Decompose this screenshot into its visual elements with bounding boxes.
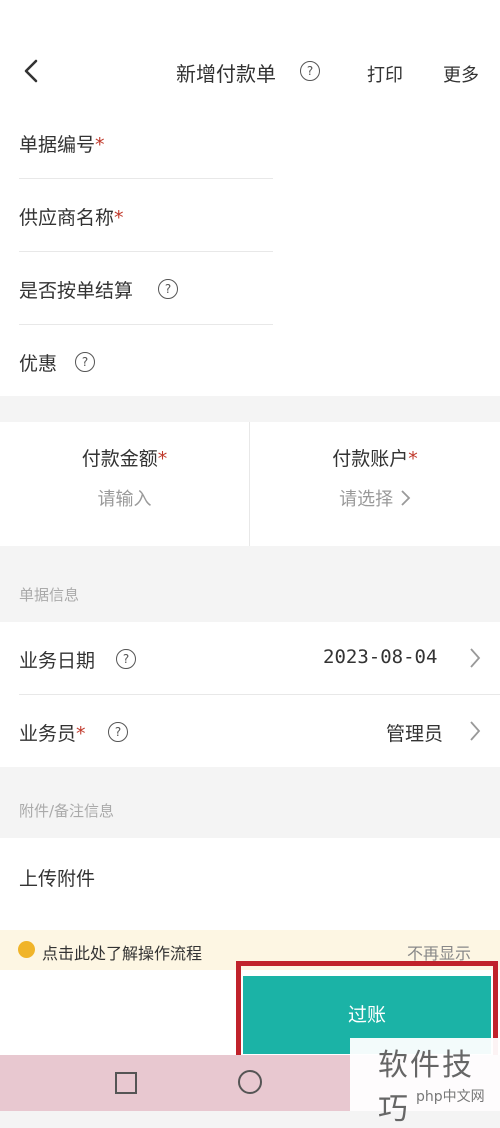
more-button[interactable]: 更多: [443, 61, 479, 87]
salesperson-row[interactable]: 业务员* ? 管理员: [0, 695, 500, 767]
tip-info-icon: [18, 941, 35, 958]
date-help-icon[interactable]: ?: [116, 649, 136, 669]
chevron-right-icon: [468, 719, 482, 747]
required-mark: *: [157, 448, 168, 470]
supplier-label: 供应商名称: [19, 207, 115, 229]
doc-number-label: 单据编号: [19, 134, 96, 156]
salesperson-help-icon[interactable]: ?: [108, 722, 128, 742]
doc-info-section-title: 单据信息: [19, 586, 80, 604]
attachment-block: 上传附件: [0, 838, 500, 930]
discount-row[interactable]: 优惠 ?: [0, 325, 500, 396]
salesperson-label: 业务员: [19, 723, 77, 745]
required-mark: *: [408, 448, 418, 470]
payment-account-label-wrap: 付款账户*: [250, 444, 500, 471]
settle-help-icon[interactable]: ?: [158, 279, 178, 299]
payment-block: 付款金额* 请输入 付款账户* 请选择: [0, 422, 500, 546]
attachment-section-title: 附件/备注信息: [19, 802, 115, 820]
print-button[interactable]: 打印: [367, 61, 403, 87]
watermark: 软件技巧 php中文网: [350, 1038, 500, 1127]
discount-label: 优惠: [19, 353, 58, 375]
settle-by-order-label: 是否按单结算: [19, 280, 134, 302]
page-title: 新增付款单: [176, 62, 276, 86]
header-bar: 新增付款单 ? 打印 更多: [0, 0, 500, 106]
doc-number-row[interactable]: 单据编号*: [0, 106, 500, 178]
salesperson-value: 管理员: [386, 723, 444, 745]
chevron-right-icon: [468, 646, 482, 674]
settle-by-order-row[interactable]: 是否按单结算 ?: [0, 252, 500, 324]
home-icon[interactable]: [238, 1070, 262, 1094]
basic-form: 单据编号* 供应商名称* 是否按单结算 ? 优惠 ?: [0, 106, 500, 396]
payment-amount-label: 付款金额: [81, 448, 158, 470]
business-date-value: 2023-08-04: [323, 646, 438, 668]
payment-account-label: 付款账户: [332, 448, 409, 470]
doc-number-label-wrap: 单据编号*: [19, 130, 105, 157]
tip-text: 点击此处了解操作流程: [42, 944, 203, 963]
payment-account-select[interactable]: 请选择: [250, 485, 500, 512]
required-mark: *: [114, 207, 124, 229]
title-help-icon[interactable]: ?: [300, 61, 320, 81]
required-mark: *: [76, 723, 86, 745]
payment-account-placeholder: 请选择: [339, 489, 394, 510]
watermark-logo: php中文网: [416, 1089, 485, 1105]
payment-amount-label-wrap: 付款金额*: [0, 444, 249, 471]
payment-amount-cell[interactable]: 付款金额* 请输入: [0, 422, 249, 546]
post-button-label: 过账: [347, 1004, 386, 1026]
discount-help-icon[interactable]: ?: [75, 352, 95, 372]
salesperson-label-wrap: 业务员*: [19, 719, 86, 746]
required-mark: *: [95, 134, 105, 156]
business-date-row[interactable]: 业务日期 ? 2023-08-04: [0, 622, 500, 694]
recent-apps-icon[interactable]: [115, 1072, 137, 1094]
business-date-label: 业务日期: [19, 650, 96, 672]
supplier-label-wrap: 供应商名称*: [19, 203, 124, 230]
payment-account-cell[interactable]: 付款账户* 请选择: [250, 422, 500, 546]
upload-attachment-label[interactable]: 上传附件: [19, 864, 95, 891]
doc-info-block: 业务日期 ? 2023-08-04 业务员* ? 管理员: [0, 622, 500, 767]
watermark-text: 软件技巧: [378, 1048, 474, 1127]
chevron-right-icon: [399, 489, 411, 512]
back-arrow-icon[interactable]: [20, 56, 50, 86]
payment-amount-input[interactable]: 请输入: [0, 485, 249, 511]
supplier-row[interactable]: 供应商名称*: [0, 179, 500, 251]
